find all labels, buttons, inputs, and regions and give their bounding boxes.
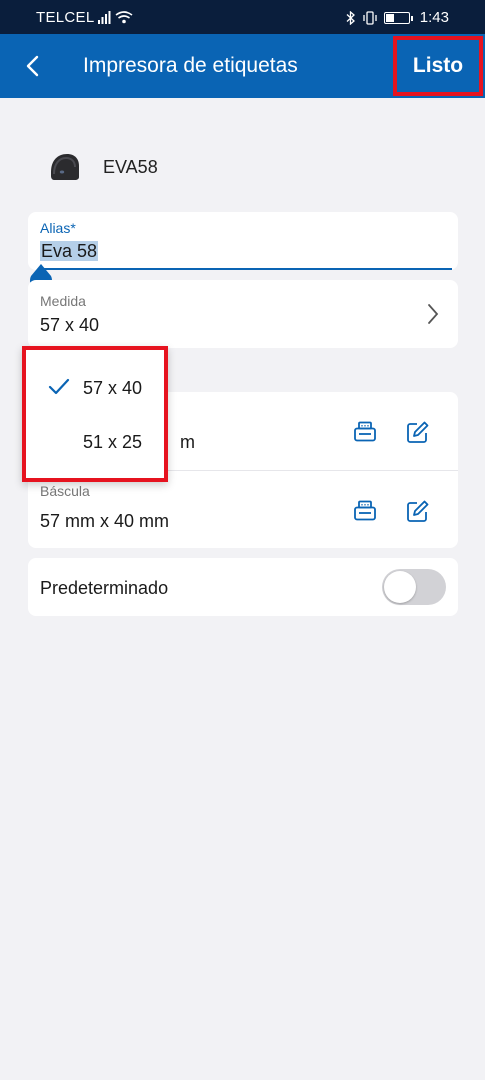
signal-wifi-icon [98,11,133,24]
medida-selector[interactable]: Medida 57 x 40 [28,280,458,348]
alias-value[interactable]: Eva 58 [40,241,99,261]
alias-label: Alias* [40,220,76,236]
page-title: Impresora de etiquetas [83,54,298,77]
status-icons: 1:43 [346,9,449,26]
chevron-right-icon [428,304,439,324]
format-label: Báscula [40,483,90,499]
alias-underline [40,268,452,270]
size-dropdown: 57 x 40 51 x 25 [22,346,168,482]
toggle-knob [384,571,416,603]
dropdown-option[interactable]: 57 x 40 [26,362,164,416]
medida-value: 57 x 40 [40,315,100,335]
vibrate-icon [363,10,377,25]
format-value: 57 mm x 40 mm [40,511,170,531]
medida-label: Medida [40,293,86,309]
default-setting: Predeterminado [28,558,458,616]
device-name: EVA58 [103,156,158,177]
bluetooth-icon [346,10,355,25]
back-arrow-icon[interactable] [18,50,50,82]
format-value: m [180,432,195,452]
option-label: 51 x 25 [83,432,143,452]
alias-input[interactable]: Eva 58 [40,241,99,262]
check-icon [48,378,70,395]
alias-field[interactable]: Alias* Eva 58 [28,212,458,270]
print-icon[interactable] [353,420,377,444]
done-button[interactable]: Listo [393,36,483,96]
option-label: 57 x 40 [83,378,143,398]
print-icon[interactable] [353,499,377,523]
label-printer-icon [51,154,79,180]
default-toggle[interactable] [382,569,446,605]
device-header: EVA58 [48,150,158,184]
clock: 1:43 [419,9,449,26]
status-bar: TELCEL 1:43 [0,0,485,34]
app-bar: Impresora de etiquetas Listo [0,34,485,98]
battery-icon [383,11,413,24]
carrier-name: TELCEL [36,9,95,26]
default-label: Predeterminado [40,578,169,598]
dropdown-option[interactable]: 51 x 25 [26,416,164,470]
edit-icon[interactable] [406,420,430,444]
edit-icon[interactable] [406,499,430,523]
